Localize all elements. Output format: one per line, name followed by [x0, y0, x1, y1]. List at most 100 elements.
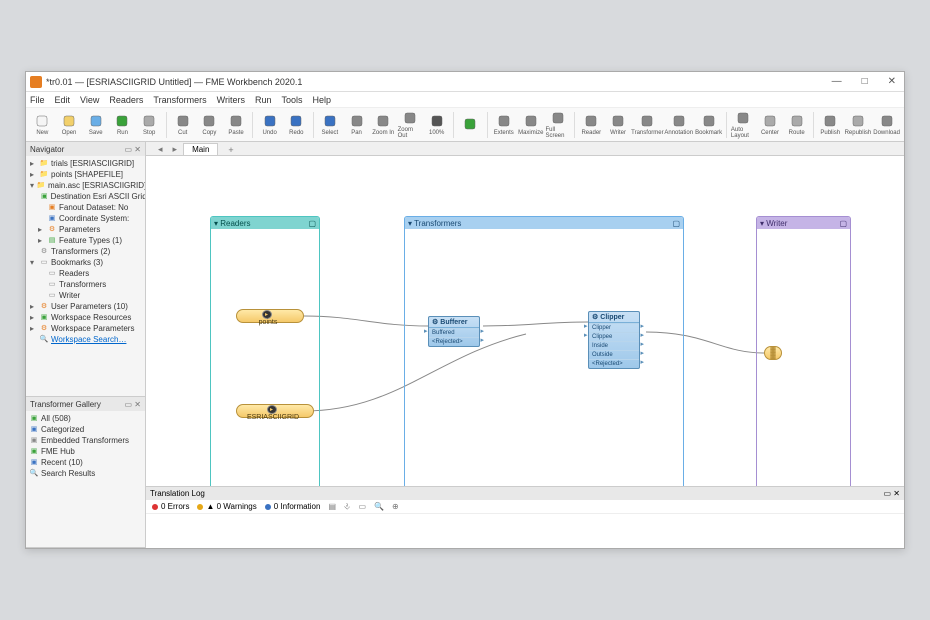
- expand-icon[interactable]: ▸: [38, 235, 45, 246]
- expand-icon[interactable]: ▸: [30, 312, 37, 323]
- bookmark-close-icon[interactable]: ▢: [672, 219, 680, 228]
- menu-transformers[interactable]: Transformers: [153, 95, 206, 105]
- bookmark-close-icon[interactable]: ▢: [839, 219, 847, 228]
- menu-view[interactable]: View: [80, 95, 99, 105]
- nav-item[interactable]: ▸📁trials [ESRIASCIIGRID]: [28, 158, 143, 169]
- toolbar-reader[interactable]: Reader: [579, 110, 604, 140]
- reader-node-points[interactable]: points: [236, 309, 304, 323]
- nav-item[interactable]: ▸▤Feature Types (1): [28, 235, 143, 246]
- log-tool-icon[interactable]: 🔍: [374, 502, 384, 511]
- toolbar-annotation[interactable]: Annotation: [664, 110, 693, 140]
- tab-prev[interactable]: ◂: [154, 144, 167, 155]
- port-rejected[interactable]: <Rejected>: [429, 337, 479, 346]
- expand-icon[interactable]: ▾: [30, 180, 34, 191]
- expand-icon[interactable]: ▸: [38, 224, 45, 235]
- panel-controls[interactable]: ▭ ✕: [125, 400, 141, 409]
- toolbar-undo[interactable]: Undo: [257, 110, 282, 140]
- gallery-item[interactable]: 🔍Search Results: [28, 468, 143, 479]
- panel-controls[interactable]: ▭ ✕: [125, 145, 141, 154]
- log-filter[interactable]: 0 Information: [265, 502, 321, 511]
- close-button[interactable]: ✕: [884, 76, 900, 87]
- expand-icon[interactable]: ▸: [30, 169, 37, 180]
- nav-item[interactable]: ▸⚙Parameters: [28, 224, 143, 235]
- transformer-clipper[interactable]: ⚙Clipper Clipper Clippee Inside Outside …: [588, 311, 640, 369]
- toolbar-route[interactable]: Route: [784, 110, 809, 140]
- nav-item[interactable]: ▾▭Bookmarks (3): [28, 257, 143, 268]
- toolbar-new[interactable]: New: [30, 110, 55, 140]
- log-filter[interactable]: 0 Errors: [152, 502, 189, 511]
- toolbar-zoom-pct[interactable]: 100%: [424, 110, 449, 140]
- workspace-canvas[interactable]: ▾ Readers▢ ▾ Transformers▢ ▾ Writer▢ poi…: [146, 156, 904, 486]
- toolbar-fullscreen[interactable]: Full Screen: [545, 110, 570, 140]
- gallery-item[interactable]: ▣FME Hub: [28, 446, 143, 457]
- toolbar-marker[interactable]: [458, 110, 483, 140]
- bookmark-close-icon[interactable]: ▢: [308, 219, 316, 228]
- port-buffered[interactable]: Buffered: [429, 328, 479, 337]
- toolbar-copy[interactable]: Copy: [197, 110, 222, 140]
- toolbar-paste[interactable]: Paste: [224, 110, 249, 140]
- toolbar-center[interactable]: Center: [758, 110, 783, 140]
- tab-main[interactable]: Main: [183, 143, 218, 155]
- nav-item[interactable]: ▭Writer: [28, 290, 143, 301]
- transformer-bufferer[interactable]: ⚙Bufferer Buffered <Rejected>: [428, 316, 480, 347]
- toolbar-redo[interactable]: Redo: [284, 110, 309, 140]
- expand-icon[interactable]: ▾: [30, 257, 37, 268]
- toolbar-save[interactable]: Save: [83, 110, 108, 140]
- toolbar-pan[interactable]: Pan: [344, 110, 369, 140]
- menu-file[interactable]: File: [30, 95, 45, 105]
- bookmark-readers[interactable]: ▾ Readers▢: [210, 216, 320, 486]
- toolbar-maximize[interactable]: Maximize: [518, 110, 543, 140]
- nav-item[interactable]: ⚙Transformers (2): [28, 246, 143, 257]
- log-tool-icon[interactable]: ▤: [328, 502, 336, 511]
- gallery-item[interactable]: ▣Categorized: [28, 424, 143, 435]
- port-outside[interactable]: Outside: [589, 350, 639, 359]
- log-tool-icon[interactable]: ⎀: [344, 502, 350, 512]
- menu-readers[interactable]: Readers: [109, 95, 143, 105]
- toolbar-open[interactable]: Open: [57, 110, 82, 140]
- writer-node[interactable]: [764, 346, 782, 360]
- log-filter[interactable]: ▲ 0 Warnings: [197, 502, 256, 511]
- tab-add[interactable]: +: [224, 145, 237, 155]
- tab-next[interactable]: ▸: [169, 144, 182, 155]
- gallery-item[interactable]: ▣Embedded Transformers: [28, 435, 143, 446]
- nav-item[interactable]: ▸⚙User Parameters (10): [28, 301, 143, 312]
- log-tool-icon[interactable]: ⊕: [392, 502, 399, 511]
- toolbar-republish[interactable]: Republish: [845, 110, 872, 140]
- menu-run[interactable]: Run: [255, 95, 272, 105]
- port-clipper[interactable]: Clipper: [589, 323, 639, 332]
- toolbar-cut[interactable]: Cut: [170, 110, 195, 140]
- maximize-button[interactable]: □: [858, 76, 872, 87]
- toolbar-zoom-out[interactable]: Zoom Out: [398, 110, 423, 140]
- toolbar-publish[interactable]: Publish: [818, 110, 843, 140]
- nav-item[interactable]: ▸📁points [SHAPEFILE]: [28, 169, 143, 180]
- menu-edit[interactable]: Edit: [55, 95, 71, 105]
- nav-item[interactable]: ▸⚙Workspace Parameters: [28, 323, 143, 334]
- expand-icon[interactable]: ▸: [30, 301, 37, 312]
- port-rejected[interactable]: <Rejected>: [589, 359, 639, 368]
- nav-item[interactable]: ▸▣Workspace Resources: [28, 312, 143, 323]
- nav-item[interactable]: ▣Coordinate System:: [28, 213, 143, 224]
- toolbar-download[interactable]: Download: [873, 110, 900, 140]
- menu-help[interactable]: Help: [312, 95, 331, 105]
- reader-node-grid[interactable]: ESRIASCIIGRID: [236, 404, 314, 418]
- panel-controls[interactable]: ▭ ✕: [884, 489, 900, 498]
- expand-icon[interactable]: ▸: [30, 323, 37, 334]
- menu-tools[interactable]: Tools: [281, 95, 302, 105]
- toolbar-autolayout[interactable]: Auto Layout: [731, 110, 756, 140]
- minimize-button[interactable]: —: [828, 76, 846, 87]
- toolbar-zoom-in[interactable]: Zoom In: [371, 110, 396, 140]
- nav-item[interactable]: ▭Readers: [28, 268, 143, 279]
- gallery-item[interactable]: ▣Recent (10): [28, 457, 143, 468]
- nav-item[interactable]: ▣Fanout Dataset: No: [28, 202, 143, 213]
- nav-item[interactable]: ▣Destination Esri ASCII Grid…: [28, 191, 143, 202]
- toolbar-bookmark[interactable]: Bookmark: [695, 110, 722, 140]
- gallery-item[interactable]: ▣All (508): [28, 413, 143, 424]
- nav-item[interactable]: ▭Transformers: [28, 279, 143, 290]
- toolbar-stop[interactable]: Stop: [137, 110, 162, 140]
- expand-icon[interactable]: ▸: [30, 158, 37, 169]
- port-clippee[interactable]: Clippee: [589, 332, 639, 341]
- port-inside[interactable]: Inside: [589, 341, 639, 350]
- nav-item[interactable]: 🔍Workspace Search…: [28, 334, 143, 345]
- log-tool-icon[interactable]: ▭: [358, 502, 366, 511]
- toolbar-writer[interactable]: Writer: [606, 110, 631, 140]
